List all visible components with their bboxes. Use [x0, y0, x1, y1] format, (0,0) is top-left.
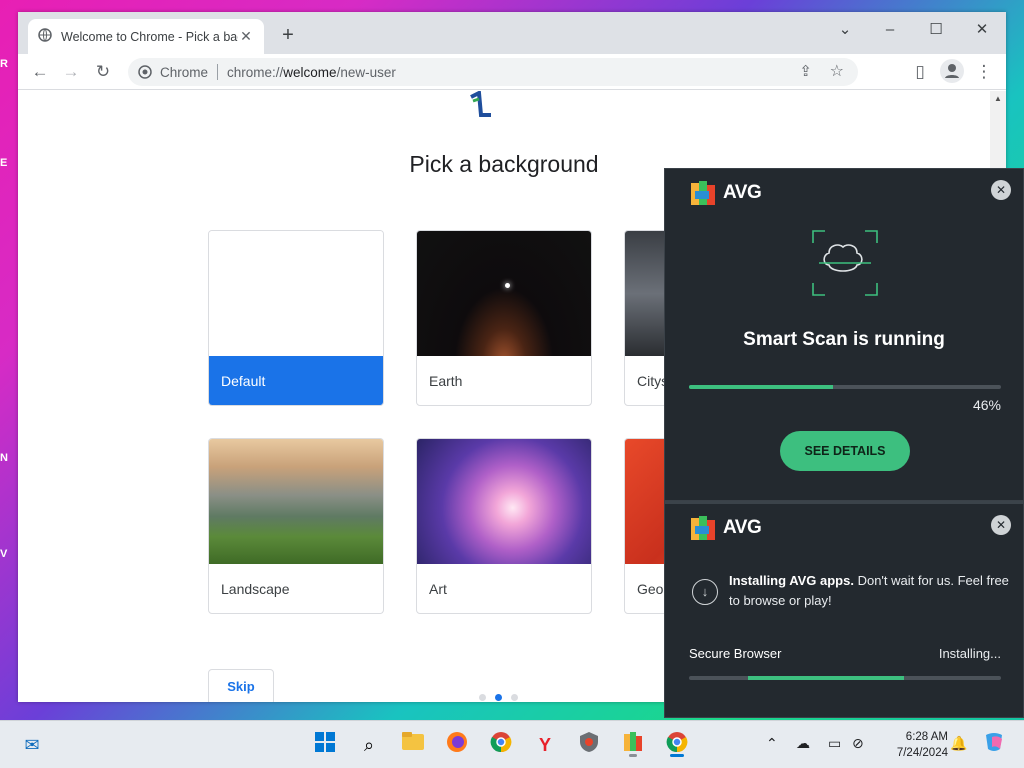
desktop-icon-label[interactable]: V	[0, 548, 20, 560]
clock-date: 7/24/2024	[896, 747, 948, 759]
close-window-button[interactable]: ✕	[970, 18, 994, 42]
desktop-icon-label[interactable]: N	[0, 452, 20, 464]
background-card-art[interactable]: Art	[416, 438, 592, 614]
pagination-dot[interactable]	[511, 694, 518, 701]
avg-logo-icon	[691, 181, 715, 205]
omnibox-separator	[217, 64, 219, 80]
file-explorer-icon[interactable]	[399, 731, 427, 759]
close-tab-icon[interactable]: ✕	[238, 28, 254, 45]
see-details-button[interactable]: SEE DETAILS	[780, 431, 910, 471]
desktop-icon-label[interactable]: E	[0, 157, 20, 169]
start-button[interactable]	[311, 731, 339, 759]
bookmark-star-icon[interactable]: ☆	[830, 61, 844, 81]
skip-button[interactable]: Skip	[208, 669, 274, 702]
chevron-up-icon[interactable]: ⌃	[766, 735, 778, 752]
security-app-icon[interactable]	[575, 731, 603, 759]
running-indicator-active	[670, 754, 684, 757]
outlook-icon[interactable]: ✉	[18, 731, 46, 759]
side-panel-icon[interactable]: ▯	[908, 60, 932, 84]
chrome-logo-icon	[138, 65, 152, 79]
card-thumbnail	[209, 231, 383, 356]
background-card-landscape[interactable]: Landscape	[208, 438, 384, 614]
desktop-icon-label[interactable]: R	[0, 58, 20, 70]
avg-brand: AVG	[723, 182, 762, 203]
avg-logo-icon	[691, 516, 715, 540]
install-progress-bar	[689, 676, 1001, 680]
network-icon[interactable]: ⊘	[852, 735, 864, 752]
scan-status-title: Smart Scan is running	[743, 329, 945, 350]
maximize-button[interactable]: ☐	[924, 18, 948, 42]
pagination-dot-active[interactable]	[495, 694, 502, 701]
url-path: /new-user	[336, 64, 396, 80]
card-label: Earth	[429, 373, 463, 389]
new-tab-button[interactable]: +	[276, 24, 300, 47]
scan-progress-fill	[689, 385, 833, 389]
close-icon[interactable]: ✕	[991, 515, 1011, 535]
back-icon[interactable]: ←	[28, 60, 52, 84]
avg-scan-popup: AVG ✕ Smart Scan is running 46% SEE DETA…	[664, 168, 1024, 501]
yandex-browser-icon[interactable]: Y	[531, 731, 559, 759]
card-label: Default	[209, 356, 383, 405]
install-progress-fill	[748, 676, 905, 680]
notification-bell-icon[interactable]: 🔔	[950, 735, 967, 752]
scan-progress-percent: 46%	[972, 397, 1001, 413]
clock-time: 6:28 AM	[905, 731, 948, 743]
close-icon[interactable]: ✕	[991, 180, 1011, 200]
search-icon[interactable]: ⌕	[355, 731, 383, 759]
url-host: welcome	[283, 64, 337, 80]
chrome-taskbar-icon[interactable]	[487, 731, 515, 759]
card-label: Art	[429, 581, 447, 597]
display-icon[interactable]: ▭	[828, 735, 841, 752]
reload-icon[interactable]: ↻	[91, 60, 115, 84]
scroll-up-icon[interactable]: ▲	[990, 91, 1006, 107]
minimize-button[interactable]: –	[878, 18, 902, 42]
taskbar: ✉ ⌕ Y ⌃ ☁ ▭ ⊘ 6:28 AM 7/24/2024 🔔	[0, 720, 1024, 768]
copilot-icon[interactable]	[980, 731, 1008, 759]
toolbar: ← → ↻ Chrome chrome://welcome/new-user ⇪…	[18, 54, 1006, 90]
globe-icon	[38, 28, 52, 45]
avg-logo: AVG	[689, 514, 762, 542]
forward-icon[interactable]: →	[59, 60, 83, 84]
install-message: Installing AVG apps. Don't wait for us. …	[729, 571, 1009, 611]
chrome-site-chip[interactable]: Chrome	[138, 65, 208, 80]
avg-taskbar-icon[interactable]	[619, 731, 647, 759]
brain-scan-icon	[812, 230, 878, 296]
pagination-dot[interactable]	[479, 694, 486, 701]
running-indicator	[629, 754, 637, 757]
welcome-illustration-icon	[470, 91, 491, 117]
card-thumbnail	[209, 439, 383, 564]
site-chip-label: Chrome	[160, 64, 209, 80]
share-icon[interactable]: ⇪	[799, 62, 812, 80]
address-bar[interactable]: Chrome chrome://welcome/new-user ⇪ ☆	[128, 58, 858, 86]
download-icon: ↓	[692, 579, 718, 605]
menu-kebab-icon[interactable]: ⋮	[972, 60, 996, 84]
avg-install-popup: AVG ✕ ↓ Installing AVG apps. Don't wait …	[664, 501, 1024, 718]
scan-progress-bar	[689, 385, 1001, 389]
card-thumbnail	[417, 439, 591, 564]
firefox-icon[interactable]	[443, 731, 471, 759]
url-scheme: chrome://	[227, 64, 284, 80]
avg-logo: AVG	[689, 179, 762, 207]
background-card-earth[interactable]: Earth	[416, 230, 592, 406]
tab-strip: Welcome to Chrome - Pick a bac ✕ + ⌄ – ☐…	[18, 12, 1006, 54]
tab-title: Welcome to Chrome - Pick a bac	[61, 29, 238, 44]
tab-search-icon[interactable]: ⌄	[833, 18, 857, 42]
tab-welcome[interactable]: Welcome to Chrome - Pick a bac ✕	[28, 19, 264, 54]
background-card-default[interactable]: Default	[208, 230, 384, 406]
avg-brand: AVG	[723, 517, 762, 538]
chrome-active-icon[interactable]	[663, 731, 691, 759]
install-item-status: Installing...	[938, 646, 1001, 661]
windows-logo-icon	[315, 732, 335, 752]
install-item-label: Secure Browser	[689, 646, 782, 661]
clock[interactable]: 6:28 AM 7/24/2024	[876, 729, 948, 761]
install-message-bold: Installing AVG apps.	[729, 573, 854, 588]
card-thumbnail	[417, 231, 591, 356]
profile-avatar[interactable]	[940, 59, 964, 83]
card-label: Landscape	[221, 581, 290, 597]
cloud-offline-icon[interactable]: ☁	[796, 735, 810, 752]
